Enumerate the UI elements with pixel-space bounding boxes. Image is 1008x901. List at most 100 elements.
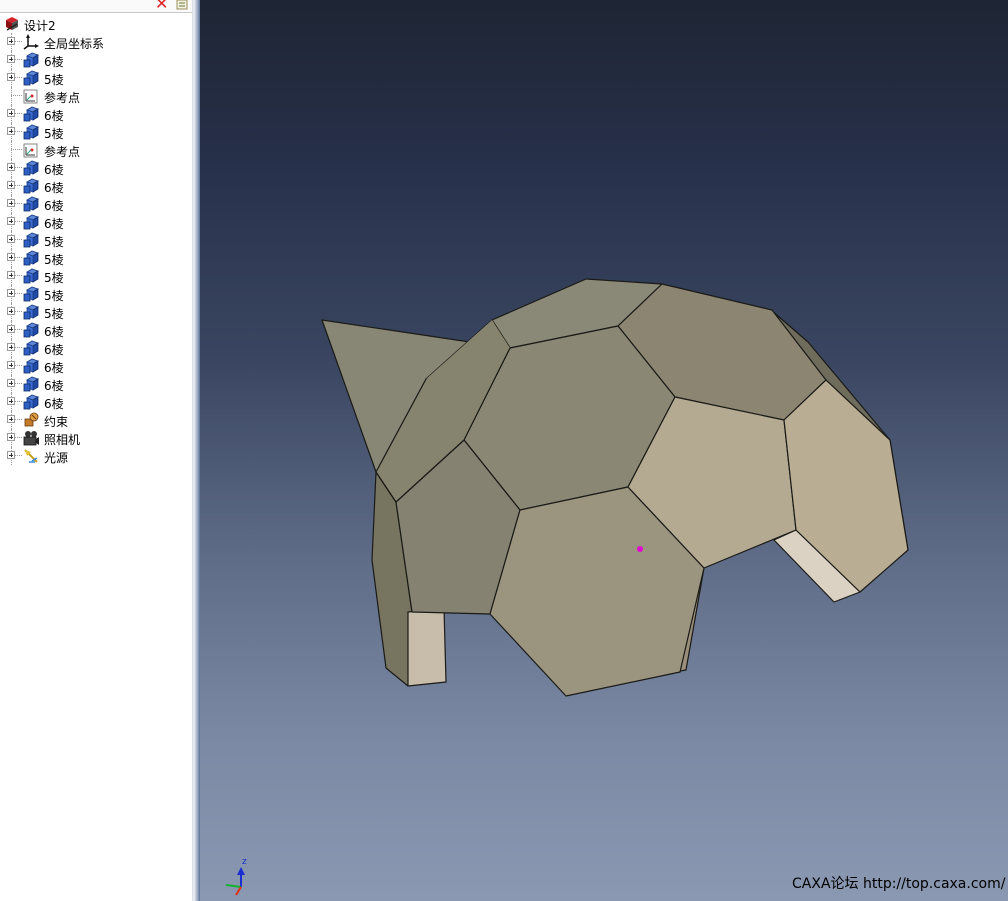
tree-item-label: 5棱 (44, 271, 64, 285)
solid-part-icon (23, 160, 39, 176)
tree-item[interactable]: 6棱 (0, 105, 192, 123)
expand-icon[interactable] (7, 163, 15, 171)
expand-icon[interactable] (7, 451, 15, 459)
tree-item-label: 6棱 (44, 217, 64, 231)
tree-item-label: 6棱 (44, 361, 64, 375)
tree-item-label: 5棱 (44, 73, 64, 87)
reference-point-icon (23, 88, 39, 104)
tree-item-label: 5棱 (44, 235, 64, 249)
expand-icon[interactable] (7, 55, 15, 63)
solid-part-icon (23, 178, 39, 194)
solid-part-icon (23, 70, 39, 86)
expand-icon[interactable] (7, 235, 15, 243)
expand-icon[interactable] (7, 307, 15, 315)
expand-icon[interactable] (7, 199, 15, 207)
tree-item-label: 6棱 (44, 325, 64, 339)
solid-part-icon (23, 304, 39, 320)
tree-item[interactable]: 5棱 (0, 267, 192, 285)
expand-icon[interactable] (7, 109, 15, 117)
solid-part-icon (23, 286, 39, 302)
tree-item[interactable]: 6棱 (0, 339, 192, 357)
tree-item[interactable]: 5棱 (0, 69, 192, 87)
tree-item[interactable]: 6棱 (0, 177, 192, 195)
constraint-icon (23, 412, 39, 428)
selection-marker (637, 546, 643, 552)
tree-item-label: 光源 (44, 451, 69, 465)
tree-options-icon[interactable] (176, 0, 188, 10)
tree-panel-header: ✕ (0, 0, 192, 13)
solid-part-icon (23, 124, 39, 140)
expand-icon[interactable] (7, 73, 15, 81)
tree-item[interactable]: 参考点 (0, 87, 192, 105)
solid-part-icon (23, 52, 39, 68)
tree-item-label: 6棱 (44, 343, 64, 357)
expand-icon[interactable] (7, 127, 15, 135)
solid-part-icon (23, 358, 39, 374)
dome-model[interactable] (200, 0, 1008, 901)
solid-part-icon (23, 232, 39, 248)
tree-item[interactable]: 5棱 (0, 303, 192, 321)
reference-point-icon (23, 142, 39, 158)
expand-icon[interactable] (7, 325, 15, 333)
tree-item[interactable]: 6棱 (0, 159, 192, 177)
expand-icon[interactable] (7, 397, 15, 405)
tree-item[interactable]: 5棱 (0, 231, 192, 249)
tree-item[interactable]: 6棱 (0, 195, 192, 213)
design-tree: 设计2 全局坐标系 6棱 5棱 参考点 6棱 5棱 参考点 6棱 6棱 6棱 6棱 5棱 5棱 5棱 5棱 5棱… (0, 15, 192, 465)
tree-item-label: 6棱 (44, 379, 64, 393)
tree-item[interactable]: 6棱 (0, 357, 192, 375)
design-tree-panel: ✕ 设计2 全局坐标系 6棱 5棱 参考点 6棱 5棱 参考点 6棱 6棱 6棱 6棱 5棱 5棱 5棱 5棱… (0, 0, 192, 901)
solid-part-icon (23, 106, 39, 122)
axis-triad-icon: z (225, 857, 247, 896)
tree-item[interactable]: 6棱 (0, 213, 192, 231)
tree-item-label: 约束 (44, 415, 69, 429)
tree-item[interactable]: 约束 (0, 411, 192, 429)
expand-icon[interactable] (7, 433, 15, 441)
expand-icon[interactable] (7, 415, 15, 423)
expand-icon[interactable] (7, 37, 15, 45)
expand-icon[interactable] (7, 181, 15, 189)
tree-item-label: 设计2 (24, 19, 56, 33)
expand-icon[interactable] (7, 253, 15, 261)
tree-item-label: 5棱 (44, 127, 64, 141)
tree-item[interactable]: 6棱 (0, 51, 192, 69)
tree-item[interactable]: 光源 (0, 447, 192, 465)
tree-item-label: 6棱 (44, 181, 64, 195)
solid-part-icon (23, 322, 39, 338)
tree-item-label: 全局坐标系 (44, 37, 105, 51)
solid-part-icon (23, 340, 39, 356)
tree-item[interactable]: 6棱 (0, 393, 192, 411)
tree-root-item[interactable]: 设计2 (0, 15, 192, 33)
expand-icon[interactable] (7, 289, 15, 297)
tree-item-label: 参考点 (44, 145, 81, 159)
tree-item[interactable]: 5棱 (0, 249, 192, 267)
close-icon[interactable]: ✕ (155, 0, 168, 12)
tree-item-label: 6棱 (44, 109, 64, 123)
coordinate-axes-icon (23, 34, 39, 50)
panel-splitter[interactable] (192, 0, 200, 901)
solid-part-icon (23, 376, 39, 392)
tree-item[interactable]: 照相机 (0, 429, 192, 447)
forum-watermark: CAXA论坛 http://top.caxa.com/ (792, 876, 1006, 892)
tree-item[interactable]: 参考点 (0, 141, 192, 159)
tree-item-label: 6棱 (44, 163, 64, 177)
solid-part-icon (23, 196, 39, 212)
tree-item-label: 5棱 (44, 253, 64, 267)
tree-item[interactable]: 6棱 (0, 375, 192, 393)
tree-item[interactable]: 6棱 (0, 321, 192, 339)
expand-icon[interactable] (7, 379, 15, 387)
tree-item-label: 6棱 (44, 397, 64, 411)
tree-item-label: 6棱 (44, 55, 64, 69)
3d-viewport[interactable]: z CAXA论坛 http://top.caxa.com/ (200, 0, 1008, 901)
tree-item-label: 5棱 (44, 307, 64, 321)
solid-part-icon (23, 394, 39, 410)
expand-icon[interactable] (7, 271, 15, 279)
tree-item[interactable]: 5棱 (0, 285, 192, 303)
tree-item[interactable]: 5棱 (0, 123, 192, 141)
expand-icon[interactable] (7, 361, 15, 369)
expand-icon[interactable] (7, 343, 15, 351)
solid-part-icon (23, 268, 39, 284)
expand-icon[interactable] (7, 217, 15, 225)
tree-item-label: 6棱 (44, 199, 64, 213)
tree-item[interactable]: 全局坐标系 (0, 33, 192, 51)
